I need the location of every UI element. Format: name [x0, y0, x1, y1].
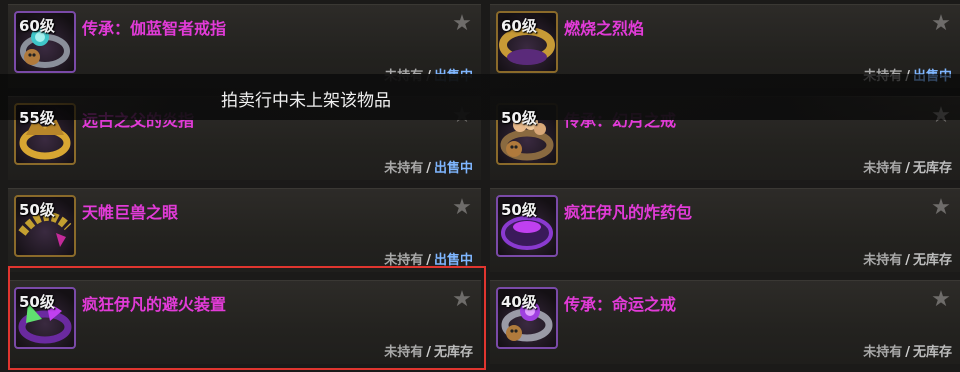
item-level: 55级 — [19, 109, 55, 127]
owned-status: 未持有 — [384, 253, 424, 268]
item-card-selected[interactable]: 50级 疯狂伊凡的避火装置 ★ 未持有 / 无库存 — [8, 280, 481, 364]
item-card[interactable]: 50级 疯狂伊凡的炸药包 ★ 未持有 / 无库存 — [490, 188, 960, 272]
item-name: 疯狂伊凡的炸药包 — [564, 203, 693, 222]
toast-message: 拍卖行中未上架该物品 — [221, 91, 391, 111]
ring-icon: 60级 — [14, 11, 76, 73]
owned-status: 未持有 — [863, 161, 903, 176]
item-name: 传承：伽蓝智者戒指 — [82, 19, 227, 38]
stock-status: 出售中 — [433, 253, 473, 268]
item-level: 50级 — [501, 109, 537, 127]
stock-status: 无库存 — [912, 345, 952, 360]
owned-status: 未持有 — [863, 345, 903, 360]
stock-status: 出售中 — [433, 161, 473, 176]
item-level: 60级 — [501, 17, 537, 35]
star-icon[interactable]: ★ — [930, 197, 952, 219]
item-status: 未持有 / 无库存 — [384, 345, 473, 360]
star-icon[interactable]: ★ — [930, 13, 952, 35]
item-level: 60级 — [19, 17, 55, 35]
stock-status: 无库存 — [912, 161, 952, 176]
stock-status: 无库存 — [433, 345, 473, 360]
item-card[interactable]: 50级 天帷巨兽之眼 ★ 未持有 / 出售中 — [8, 188, 481, 272]
item-status: 未持有 / 无库存 — [863, 161, 952, 176]
ring-icon: 60级 — [496, 11, 558, 73]
star-icon[interactable]: ★ — [451, 289, 473, 311]
item-name: 传承：命运之戒 — [564, 295, 677, 314]
item-level: 40级 — [501, 293, 537, 311]
item-status: 未持有/出售中 — [384, 161, 473, 176]
item-level: 50级 — [19, 293, 55, 311]
owned-status: 未持有 — [384, 345, 424, 360]
item-level: 50级 — [501, 201, 537, 219]
item-status: 未持有 / 无库存 — [863, 253, 952, 268]
ring-icon: 50级 — [14, 287, 76, 349]
star-icon[interactable]: ★ — [930, 289, 952, 311]
item-name: 疯狂伊凡的避火装置 — [82, 295, 227, 314]
toast-banner: 拍卖行中未上架该物品 — [0, 74, 960, 120]
item-status: 未持有/出售中 — [384, 253, 473, 268]
auction-item-grid: 60级 传承：伽蓝智者戒指 ★ 未持有/出售中 60级 燃烧之烈焰 ★ 未持有/… — [0, 0, 960, 372]
item-card[interactable]: 40级 传承：命运之戒 ★ 未持有 / 无库存 — [490, 280, 960, 364]
ring-icon: 50级 — [14, 195, 76, 257]
item-name: 天帷巨兽之眼 — [82, 203, 179, 222]
ring-icon: 40级 — [496, 287, 558, 349]
ring-icon: 50级 — [496, 195, 558, 257]
star-icon[interactable]: ★ — [451, 197, 473, 219]
item-status: 未持有 / 无库存 — [863, 345, 952, 360]
owned-status: 未持有 — [863, 253, 903, 268]
owned-status: 未持有 — [384, 161, 424, 176]
star-icon[interactable]: ★ — [451, 13, 473, 35]
item-name: 燃烧之烈焰 — [564, 19, 645, 38]
item-level: 50级 — [19, 201, 55, 219]
stock-status: 无库存 — [912, 253, 952, 268]
